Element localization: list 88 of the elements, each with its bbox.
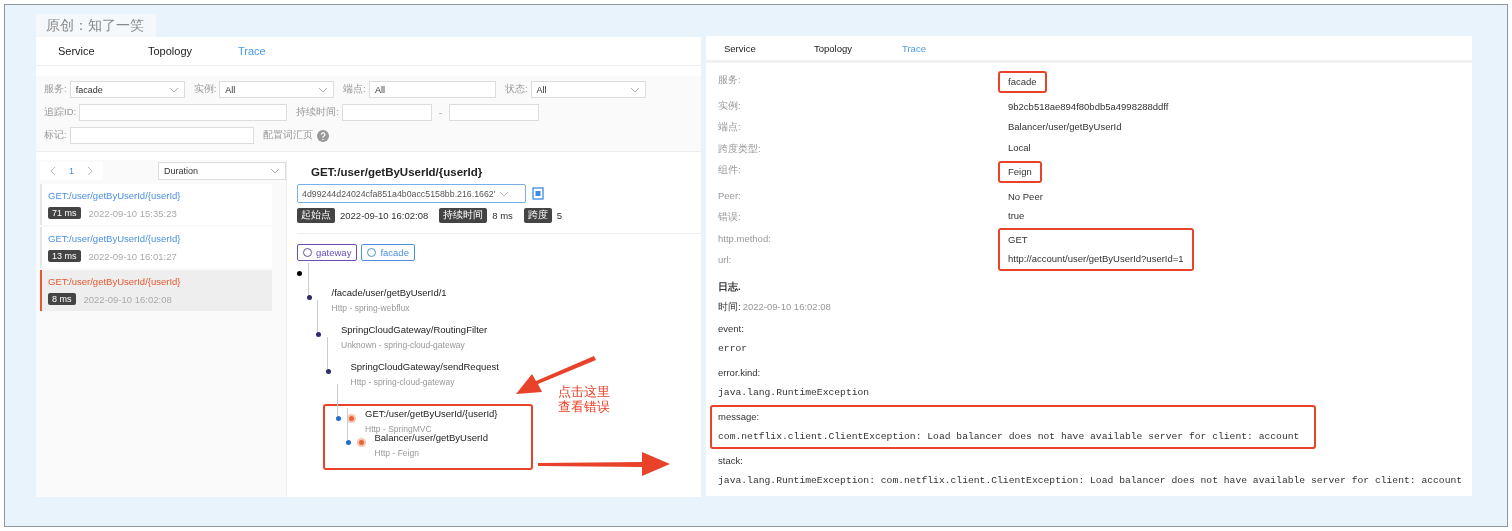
log-value: com.netflix.client.ClientException: Load balancer does not have available server for client: account (718, 429, 1300, 444)
log-key: event: (718, 318, 744, 339)
nav-tab[interactable]: Service (58, 45, 148, 57)
attribute-label: 组件: (718, 163, 742, 177)
attribute-label: http.method: (718, 231, 772, 246)
trace-time: 2022-09-10 15:35:23 (88, 207, 177, 219)
chevron-down-icon (168, 86, 179, 93)
chevron-left-icon[interactable] (50, 166, 56, 176)
log-time: 2022-09-10 16:02:08 (742, 299, 831, 314)
span-item[interactable]: SpringCloudGateway/sendRequest Http - spring-cloud-gateway (350, 361, 499, 387)
range-separator: - (438, 107, 442, 118)
attribute-label: 错误: (718, 210, 742, 224)
chevron-right-icon[interactable] (87, 166, 93, 176)
copy-icon[interactable] (532, 187, 544, 200)
filter-label: 标记: (44, 129, 67, 142)
filter-select[interactable]: facade (69, 81, 185, 98)
meta-value: 2022-09-10 16:02:08 (340, 210, 429, 221)
duration-badge: 8 ms (48, 293, 76, 305)
trace-endpoint: GET:/user/getByUserId/{userId} (48, 276, 182, 287)
input-field[interactable] (79, 104, 288, 121)
page-number[interactable]: 1 (69, 166, 74, 176)
filter-select[interactable]: All (219, 81, 335, 98)
log-value: error (718, 341, 748, 356)
input-field[interactable] (69, 127, 254, 144)
service-chip[interactable]: gateway (297, 244, 358, 261)
meta-tag: 起始点 (297, 208, 335, 223)
annotation-note: 点击这里查看错误 (558, 384, 611, 414)
attribute-value: GET (998, 227, 1194, 249)
help-icon[interactable] (316, 129, 329, 142)
filter-label: 状态: (504, 83, 528, 96)
chevron-down-icon (318, 86, 329, 93)
log-value: java.lang.RuntimeException (718, 385, 870, 400)
meta-tag: 跨度 (523, 208, 552, 223)
meta-value: 5 (556, 210, 563, 221)
trace-time: 2022-09-10 16:02:08 (83, 293, 172, 305)
log-key: message: (718, 406, 760, 427)
chevron-down-icon (629, 86, 640, 93)
input-field[interactable] (341, 104, 432, 121)
trace-item[interactable]: GET:/user/getByUserId/{userId} 13 ms 2022-09-10 16:01:27 (40, 227, 272, 268)
attribute-label: Peer: (718, 188, 742, 203)
attribute-label: 跨度类型: (718, 141, 762, 156)
span-item[interactable]: SpringCloudGateway/RoutingFilter Unknown - spring-cloud-gateway (341, 324, 488, 350)
trace-title: GET:/user/getByUserId/{userId} (311, 166, 484, 178)
trace-endpoint: GET:/user/getByUserId/{userId} (48, 233, 182, 244)
attribute-label: 端点: (718, 120, 742, 134)
trace-item[interactable]: GET:/user/getByUserId/{userId} 8 ms 2022-09-10 16:02:08 (40, 270, 272, 311)
filter-label: 持续时间: (296, 106, 339, 119)
duration-badge: 13 ms (48, 250, 81, 262)
service-chip[interactable]: facade (361, 244, 415, 261)
attribute-value: Local (1007, 140, 1032, 155)
span-item[interactable]: GET:/user/getByUserId/{userId} Http - SpringMVC (365, 408, 498, 434)
meta-value: 8 ms (492, 210, 513, 221)
attribute-value: Feign (998, 161, 1042, 183)
author-tag: 原创：知了一笑 (36, 14, 156, 37)
duration-badge: 71 ms (48, 207, 81, 219)
trace-item[interactable]: GET:/user/getByUserId/{userId} 71 ms 2022-09-10 15:35:23 (40, 184, 272, 225)
attribute-value: true (1007, 209, 1026, 223)
filter-select[interactable]: All (530, 81, 646, 98)
attribute-label: 实例: (718, 98, 742, 113)
attribute-label: url: (718, 253, 733, 267)
nav-tab[interactable]: Topology (148, 45, 238, 57)
filter-label: 追踪ID: (44, 106, 77, 119)
meta-tag: 持续时间 (439, 208, 488, 223)
log-value: java.lang.RuntimeException: com.netflix.client.ClientException: Load balancer does not have available server for client: account (718, 473, 1463, 488)
trace-endpoint: GET:/user/getByUserId/{userId} (48, 190, 182, 201)
log-key: error.kind: (718, 362, 761, 383)
attribute-value: http://account/user/getByUserId?userId=1 (998, 249, 1194, 271)
input-field[interactable]: All (368, 81, 496, 98)
chevron-down-icon (270, 168, 280, 174)
attribute-value: No Peer (1007, 189, 1044, 204)
input-field[interactable] (448, 104, 539, 121)
sort-select[interactable]: Duration (158, 162, 286, 180)
span-item[interactable]: /facade/user/getByUserId/1 Http - spring-webflux (331, 287, 447, 313)
chevron-down-icon (499, 190, 510, 197)
attribute-value: facade (998, 71, 1047, 93)
attribute-label: 服务: (718, 73, 742, 87)
nav-tab[interactable]: Service (724, 42, 814, 54)
log-key: stack: (718, 450, 743, 471)
attribute-value: Balancer/user/getByUserId (1007, 120, 1123, 134)
attribute-value: 9b2cb518ae894f80bdb5a4998288ddff (1007, 99, 1170, 114)
trace-time: 2022-09-10 16:01:27 (88, 250, 177, 262)
logs-heading: 日志. (718, 279, 742, 294)
trace-id-select[interactable]: 4d99244d24024cfa851a4b0acc5158bb.216.1662' (297, 184, 526, 203)
time-label: 时间: (718, 299, 741, 314)
filter-label: 服务: (44, 83, 67, 96)
nav-tab[interactable]: Topology (814, 42, 902, 54)
filter-label: 端点: (343, 83, 366, 96)
filter-label: 实例: (193, 83, 217, 96)
